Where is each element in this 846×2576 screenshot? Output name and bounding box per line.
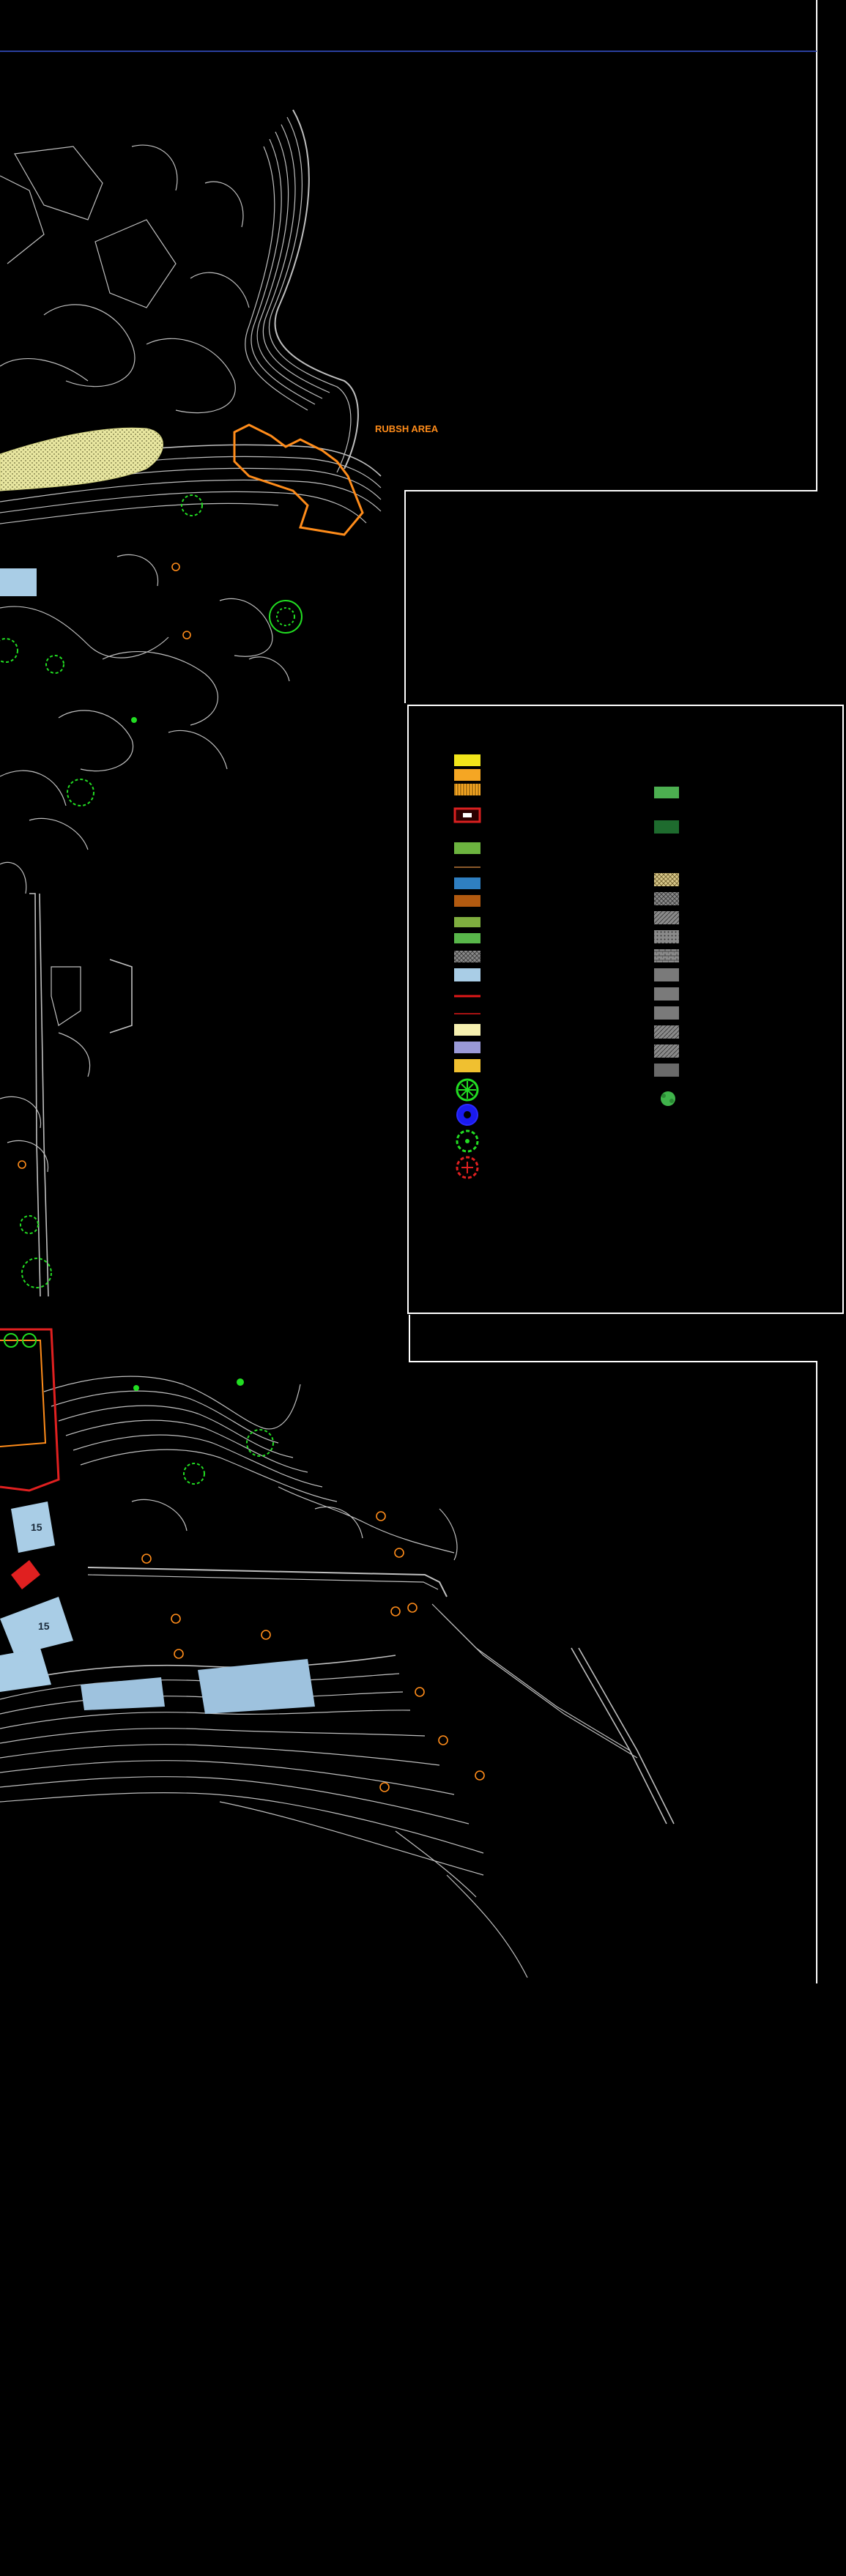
- legend-swatch: [454, 968, 480, 981]
- legend-swatch: [454, 842, 480, 854]
- rubbish-area-label: RUBSH AREA: [375, 423, 439, 434]
- legend-swatch: [654, 987, 679, 1001]
- legend-swatch: [654, 1064, 679, 1077]
- legend-swatch: [654, 873, 679, 886]
- lower-sheet-frame: [409, 1315, 817, 1983]
- marker-icon: [379, 1782, 390, 1792]
- tree-icon: [133, 1385, 139, 1391]
- tree-icon: [131, 717, 137, 723]
- legend-swatch: [654, 1044, 679, 1058]
- legend-swatch: [463, 813, 472, 817]
- building-number-label: 15: [31, 1521, 42, 1533]
- marker-icon: [376, 1511, 386, 1521]
- tree-icon: [276, 607, 295, 626]
- legend-swatch: [454, 877, 480, 889]
- building-block: [0, 1648, 51, 1692]
- tree-icon: [237, 1378, 244, 1386]
- red-dashed-tree-symbol-icon: [456, 1156, 479, 1179]
- tree-icon: [67, 779, 94, 806]
- legend-swatch: [654, 968, 679, 981]
- marker-icon: [174, 1649, 184, 1659]
- legend-swatch: [654, 911, 679, 924]
- building-block: [81, 1677, 165, 1710]
- legend-swatch: [654, 820, 679, 834]
- legend-frame: [407, 705, 844, 1314]
- marker-icon: [394, 1548, 404, 1558]
- blue-tree-symbol-icon: [456, 1104, 478, 1126]
- tree-icon: [45, 655, 64, 674]
- marker-icon: [390, 1606, 401, 1617]
- legend-swatch: [454, 951, 480, 962]
- marker-icon: [171, 1614, 181, 1624]
- legend-swatch: [654, 1025, 679, 1039]
- building-block: [0, 568, 37, 596]
- lower-terrain: [0, 1376, 675, 1978]
- red-parcel-outline: [0, 1328, 60, 1492]
- legend-swatch: [454, 1042, 480, 1053]
- road-edge: [29, 893, 133, 1297]
- site-plan-drawing: RUBSH AREA 15 15: [0, 0, 844, 1983]
- legend-swatch: [454, 895, 480, 907]
- legend-right-column: [654, 787, 679, 1106]
- marker-icon: [182, 631, 191, 639]
- upper-sheet-frame: [404, 0, 817, 703]
- tree-icon: [246, 1429, 274, 1457]
- legend-swatch: [654, 930, 679, 943]
- marker-icon: [261, 1630, 271, 1640]
- tree-icon: [269, 600, 303, 634]
- green-tree-symbol-icon: [456, 1078, 479, 1102]
- legend-swatch: [654, 892, 679, 905]
- legend-swatch: [454, 1059, 480, 1072]
- orange-parcel-outline: [0, 1340, 47, 1447]
- marker-icon: [141, 1554, 152, 1564]
- marker-icon: [438, 1735, 448, 1745]
- tree-icon: [20, 1215, 39, 1234]
- green-dashed-tree-symbol-icon: [456, 1129, 479, 1153]
- tree-symbols-lower: [4, 1333, 274, 1485]
- orange-markers-upper: [18, 563, 191, 1169]
- tree-icon: [0, 638, 18, 663]
- red-symbol: [11, 1560, 40, 1589]
- marker-icon: [18, 1160, 26, 1169]
- legend-swatch: [454, 933, 480, 943]
- marker-icon: [171, 563, 180, 571]
- legend-swatch: [454, 769, 480, 781]
- marker-icon: [415, 1687, 425, 1697]
- green-shrub-symbol-icon: [661, 1091, 675, 1106]
- legend-swatch: [454, 754, 480, 766]
- marker-icon: [407, 1603, 418, 1613]
- upper-terrain: [0, 109, 382, 1173]
- building-number-label: 15: [38, 1620, 50, 1632]
- sheet-frames: [404, 0, 844, 1983]
- legend-swatch: [654, 949, 679, 962]
- legend-swatch: [454, 1024, 480, 1036]
- legend-swatch: [454, 917, 480, 927]
- legend-swatch: [654, 1006, 679, 1020]
- marker-icon: [475, 1770, 485, 1781]
- orange-markers-lower: [141, 1511, 485, 1792]
- legend-swatch: [454, 784, 480, 795]
- legend-left-column: [453, 754, 481, 1179]
- legend-swatch: [654, 787, 679, 798]
- hatched-yellow-area: [0, 427, 163, 491]
- tree-icon: [183, 1463, 205, 1485]
- building-block: [0, 1597, 73, 1655]
- tree-icon: [181, 494, 203, 516]
- buildings-lower: [0, 1502, 315, 1714]
